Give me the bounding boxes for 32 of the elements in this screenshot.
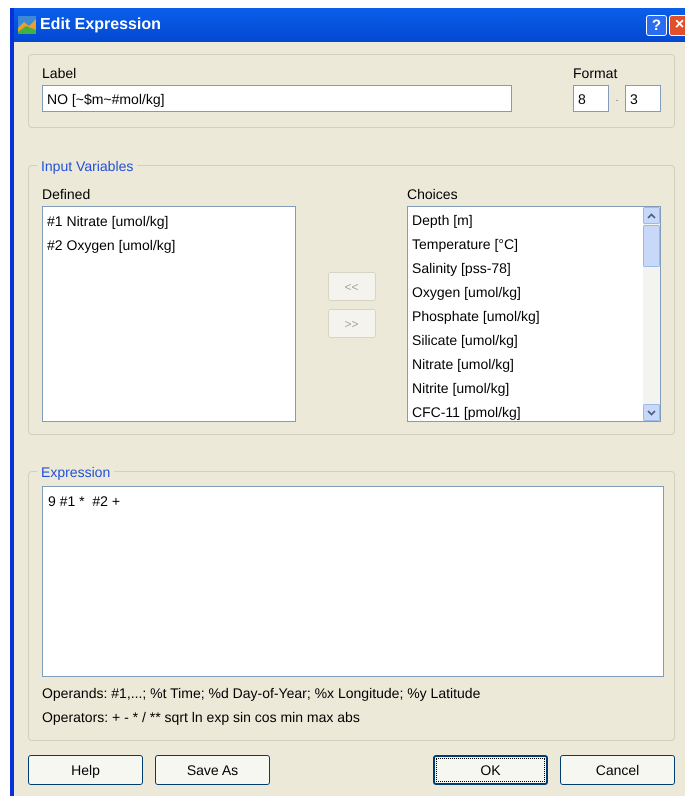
list-item[interactable]: Nitrate [umol/kg]: [412, 352, 639, 376]
operands-hint: Operands: #1,...; %t Time; %d Day-of-Year; %x Longitude; %y Latitude: [42, 684, 482, 703]
dialog-button[interactable]: Help: [28, 755, 143, 785]
scrollbar-thumb[interactable]: [643, 225, 660, 267]
list-item[interactable]: Nitrite [umol/kg]: [412, 376, 639, 400]
choices-caption: Choices: [407, 185, 459, 204]
dialog-button[interactable]: Save As: [155, 755, 270, 785]
label-field[interactable]: NO [~$m~#mol/kg]: [42, 85, 512, 112]
defined-caption: Defined: [42, 185, 92, 204]
expression-field[interactable]: 9 #1 * #2 +: [42, 486, 664, 677]
list-item[interactable]: Phosphate [umol/kg]: [412, 304, 639, 328]
list-item[interactable]: Salinity [pss-78]: [412, 256, 639, 280]
dialog-button[interactable]: Cancel: [560, 755, 675, 785]
decimals-field[interactable]: 3: [625, 85, 661, 112]
help-button[interactable]: ?: [646, 14, 667, 36]
app-logo-icon: [18, 16, 36, 34]
format-caption: Format: [573, 64, 618, 83]
list-item[interactable]: Silicate [umol/kg]: [412, 328, 639, 352]
list-item[interactable]: #2 Oxygen [umol/kg]: [47, 233, 291, 257]
list-item[interactable]: CFC-11 [pmol/kg]: [412, 400, 639, 421]
width-field[interactable]: 8: [573, 85, 609, 112]
list-item[interactable]: Oxygen [umol/kg]: [412, 280, 639, 304]
dialog-button[interactable]: OK: [433, 755, 548, 785]
close-button[interactable]: ×: [669, 14, 685, 36]
format-separator: .: [614, 92, 620, 106]
window-title: Edit Expression: [40, 15, 162, 35]
operators-hint: Operators: + - * / ** sqrt ln exp sin cos min max abs: [42, 708, 361, 727]
scrollbar[interactable]: [643, 207, 660, 421]
list-item[interactable]: Temperature [°C]: [412, 232, 639, 256]
label-caption: Label: [42, 64, 78, 83]
list-item[interactable]: Depth [m]: [412, 208, 639, 232]
list-item[interactable]: #1 Nitrate [umol/kg]: [47, 209, 291, 233]
